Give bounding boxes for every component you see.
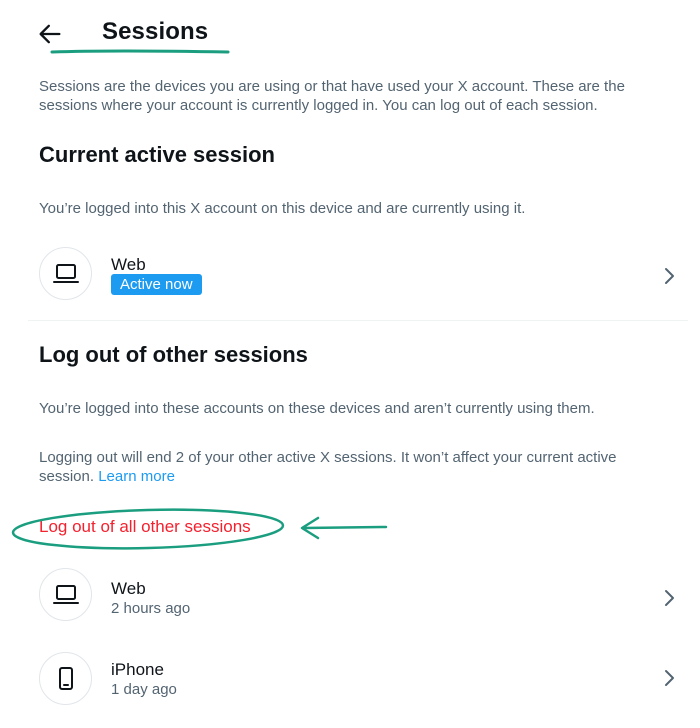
other-sessions-description: You’re logged into these accounts on the… bbox=[39, 400, 595, 417]
current-session-heading: Current active session bbox=[39, 142, 275, 167]
device-name: Web bbox=[111, 579, 146, 598]
laptop-icon bbox=[52, 263, 79, 283]
session-time: 1 day ago bbox=[111, 681, 177, 698]
logout-all-sessions-button[interactable]: Log out of all other sessions bbox=[39, 517, 251, 537]
annotation-arrow bbox=[300, 516, 388, 540]
logout-warning: Logging out will end 2 of your other act… bbox=[39, 448, 649, 486]
session-row-iphone[interactable]: iPhone 1 day ago bbox=[28, 645, 688, 715]
device-avatar bbox=[39, 652, 92, 705]
laptop-icon bbox=[52, 584, 79, 604]
active-now-badge: Active now bbox=[111, 274, 202, 295]
device-avatar bbox=[39, 247, 92, 300]
section-divider bbox=[28, 320, 688, 321]
session-time: 2 hours ago bbox=[111, 600, 191, 617]
device-name: Web bbox=[111, 255, 146, 274]
header: Sessions bbox=[0, 0, 700, 68]
chevron-right-icon bbox=[665, 590, 674, 606]
phone-icon bbox=[58, 666, 73, 690]
page-title: Sessions bbox=[102, 18, 209, 45]
arrow-left-icon[interactable] bbox=[36, 20, 64, 48]
chevron-right-icon bbox=[665, 670, 674, 686]
title-underline-annotation bbox=[50, 49, 230, 54]
chevron-right-icon bbox=[665, 268, 674, 284]
device-avatar bbox=[39, 568, 92, 621]
sessions-intro: Sessions are the devices you are using o… bbox=[39, 78, 625, 114]
session-row-web[interactable]: Web 2 hours ago bbox=[28, 561, 688, 631]
device-name: iPhone bbox=[111, 660, 164, 679]
other-sessions-heading: Log out of other sessions bbox=[39, 342, 308, 367]
current-session-description: You’re logged into this X account on thi… bbox=[39, 200, 526, 217]
current-session-row[interactable]: Web Active now bbox=[28, 240, 688, 310]
learn-more-link[interactable]: Learn more bbox=[98, 468, 175, 485]
